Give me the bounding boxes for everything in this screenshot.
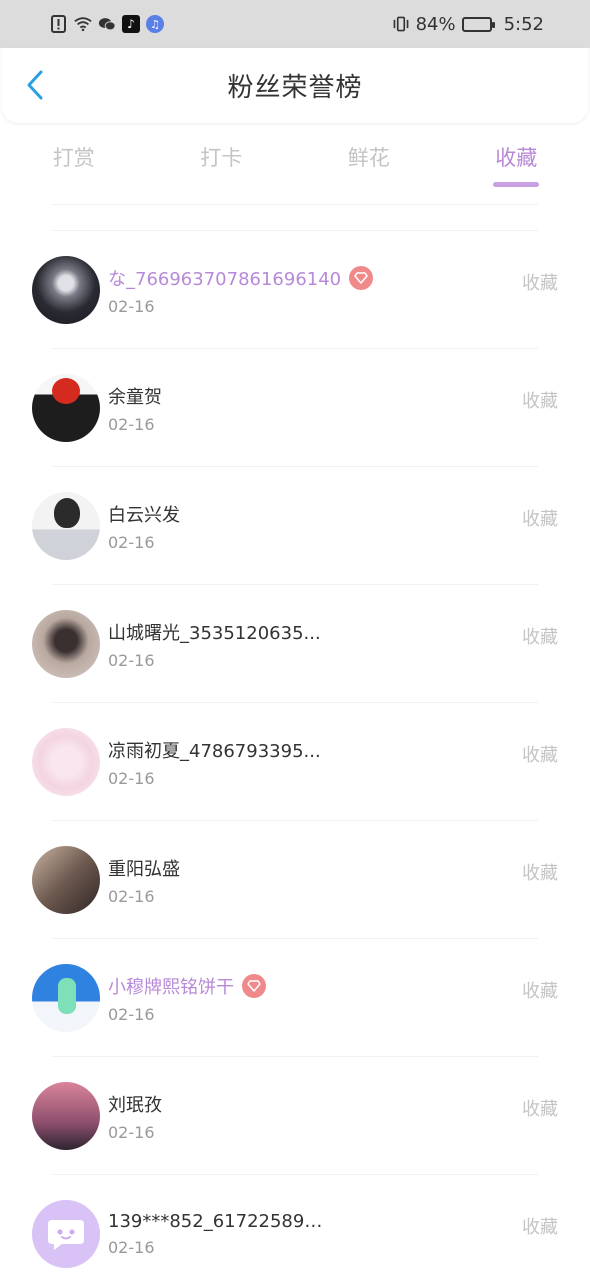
status-icons-left: ♪ ♫ xyxy=(50,15,164,33)
fan-list: な_766963707861696140 02-16 收藏 余童贺 02-16 … xyxy=(0,230,590,1280)
vibrate-icon xyxy=(392,15,410,33)
list-item[interactable]: 小穆牌熙铭饼干 02-16 收藏 xyxy=(32,938,558,1056)
user-name: 139***852_6172258970 xyxy=(108,1211,323,1232)
avatar xyxy=(32,610,100,678)
tab-label: 鲜花 xyxy=(347,146,390,170)
tab-label: 收藏 xyxy=(495,146,538,170)
list-item[interactable]: 重阳弘盛 02-16 收藏 xyxy=(32,820,558,938)
list-item[interactable]: 凉雨初夏_4786793395... 02-16 收藏 xyxy=(32,702,558,820)
diamond-icon xyxy=(242,973,266,998)
date: 02-16 xyxy=(108,532,155,552)
user-name: 山城曙光_3535120635... xyxy=(108,622,321,644)
action-label: 收藏 xyxy=(522,1217,558,1238)
chat-bubble-icon xyxy=(48,1220,84,1250)
header: 粉丝荣誉榜 xyxy=(2,48,588,123)
status-bar: ♪ ♫ 84% 5:52 xyxy=(0,0,590,48)
date: 02-16 xyxy=(108,296,155,316)
diamond-icon xyxy=(349,265,374,290)
tab-underline xyxy=(346,182,392,187)
battery-percentage: 84% xyxy=(415,13,456,35)
action-label: 收藏 xyxy=(522,273,558,294)
date: 02-16 xyxy=(108,1238,155,1257)
list-item[interactable]: 139***852_6172258970 02-16 收藏 xyxy=(32,1174,558,1280)
page-title: 粉丝荣誉榜 xyxy=(227,73,363,103)
user-name: 余童贺 xyxy=(108,386,162,408)
status-icons-right: 84% 5:52 xyxy=(392,14,544,35)
user-name: 重阳弘盛 xyxy=(108,858,180,880)
action-label: 收藏 xyxy=(522,509,558,530)
date: 02-16 xyxy=(108,650,155,670)
chevron-left-icon xyxy=(27,70,43,100)
battery-icon xyxy=(461,16,495,32)
wechat-icon xyxy=(98,15,116,33)
tab-label: 打赏 xyxy=(52,146,95,170)
date: 02-16 xyxy=(108,1004,155,1024)
tab-underline xyxy=(198,182,244,187)
list-item[interactable]: な_766963707861696140 02-16 收藏 xyxy=(32,230,558,348)
tab-favorites[interactable]: 收藏 xyxy=(443,130,590,190)
action-label: 收藏 xyxy=(522,391,558,412)
avatar xyxy=(32,964,100,1032)
action-label: 收藏 xyxy=(522,863,558,884)
list-item[interactable]: 山城曙光_3535120635... 02-16 收藏 xyxy=(32,584,558,702)
user-name: 小穆牌熙铭饼干 xyxy=(108,976,234,998)
alert-icon xyxy=(50,15,68,33)
divider xyxy=(52,204,538,205)
avatar xyxy=(32,728,100,796)
tab-underline xyxy=(493,182,540,187)
avatar xyxy=(32,256,100,324)
avatar xyxy=(32,846,100,914)
tab-label: 打卡 xyxy=(200,146,243,170)
tab-flowers[interactable]: 鲜花 xyxy=(295,130,443,190)
tab-checkin[interactable]: 打卡 xyxy=(148,130,296,190)
user-name: な_766963707861696140 xyxy=(108,268,342,290)
wifi-icon xyxy=(74,15,92,33)
date: 02-16 xyxy=(108,886,155,906)
user-name: 白云兴发 xyxy=(108,504,180,526)
avatar xyxy=(32,492,100,560)
tab-bar: 打赏 打卡 鲜花 收藏 xyxy=(0,130,590,190)
action-label: 收藏 xyxy=(522,981,558,1002)
date: 02-16 xyxy=(108,1122,155,1142)
user-name: 刘珉孜 xyxy=(108,1094,162,1116)
date: 02-16 xyxy=(108,414,155,434)
avatar xyxy=(32,1200,100,1268)
list-item[interactable]: 余童贺 02-16 收藏 xyxy=(32,348,558,466)
user-name: 凉雨初夏_4786793395... xyxy=(108,740,321,762)
clock: 5:52 xyxy=(503,13,544,35)
action-label: 收藏 xyxy=(522,627,558,648)
date: 02-16 xyxy=(108,768,155,788)
music-icon: ♫ xyxy=(146,15,164,33)
avatar xyxy=(32,374,100,442)
tiktok-icon: ♪ xyxy=(122,15,140,33)
action-label: 收藏 xyxy=(522,1099,558,1120)
back-button[interactable] xyxy=(20,70,50,100)
action-label: 收藏 xyxy=(522,745,558,766)
tab-reward[interactable]: 打赏 xyxy=(0,130,148,190)
list-item[interactable]: 白云兴发 02-16 收藏 xyxy=(32,466,558,584)
tab-underline xyxy=(51,182,97,187)
avatar xyxy=(32,1082,100,1150)
list-item[interactable]: 刘珉孜 02-16 收藏 xyxy=(32,1056,558,1174)
